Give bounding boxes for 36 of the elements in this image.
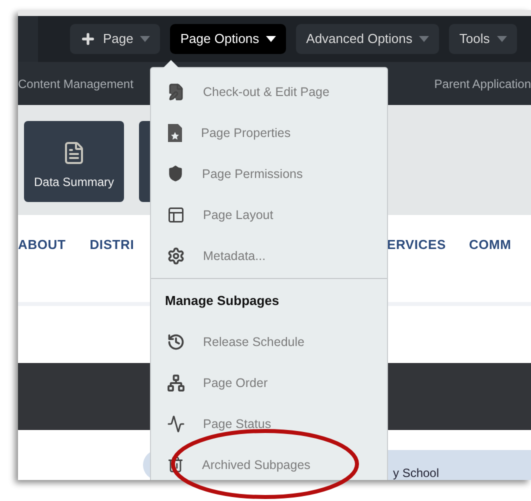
caret-icon [496, 36, 507, 42]
pulse-icon [167, 414, 185, 432]
trash-icon [167, 456, 184, 473]
shield-icon [167, 165, 184, 182]
edit-page-icon [167, 82, 185, 100]
caret-icon [140, 36, 150, 42]
data-summary-tile[interactable]: Data Summary [24, 121, 124, 202]
history-icon [167, 332, 185, 350]
sub-navigation-link[interactable]: Parent Application [434, 76, 531, 90]
menu-item[interactable]: Archived Subpages [151, 444, 387, 480]
school-name: y School [393, 466, 440, 480]
sitemap-icon [167, 374, 185, 392]
menu-item[interactable]: Check-out & Edit Page [151, 71, 387, 112]
plus-icon [80, 30, 96, 47]
toolbar-menu-button[interactable]: Advanced Options [296, 24, 440, 54]
caret-icon [266, 36, 276, 42]
nav-link[interactable]: COMM [468, 236, 512, 252]
menu-item[interactable]: Page Properties [151, 112, 387, 153]
sub-navigation-link[interactable]: Content Management [18, 76, 134, 90]
nav-link[interactable]: DISTRI [90, 236, 134, 252]
menu-item[interactable]: Page Order [151, 362, 387, 403]
page-star-icon [167, 124, 183, 142]
menu-section-header: Manage Subpages [151, 278, 387, 321]
menu-item[interactable]: Metadata... [151, 235, 387, 276]
nav-link[interactable]: ERVICES [387, 236, 446, 252]
caret-icon [419, 36, 430, 42]
menu-item[interactable]: Page Layout [151, 194, 387, 235]
toolbar-menu-button[interactable]: Page Options [170, 24, 286, 54]
toolbar-menu-button[interactable]: Tools [449, 24, 517, 54]
nav-link[interactable]: ABOUT [18, 236, 66, 252]
menu-item[interactable]: Page Permissions [151, 153, 387, 194]
toolbar-menu-button[interactable]: Page [70, 24, 160, 54]
menu-item[interactable]: Page Status [151, 403, 387, 444]
layout-icon [167, 206, 185, 224]
gear-icon [167, 246, 185, 264]
menu-item[interactable]: Release Schedule [151, 321, 387, 362]
